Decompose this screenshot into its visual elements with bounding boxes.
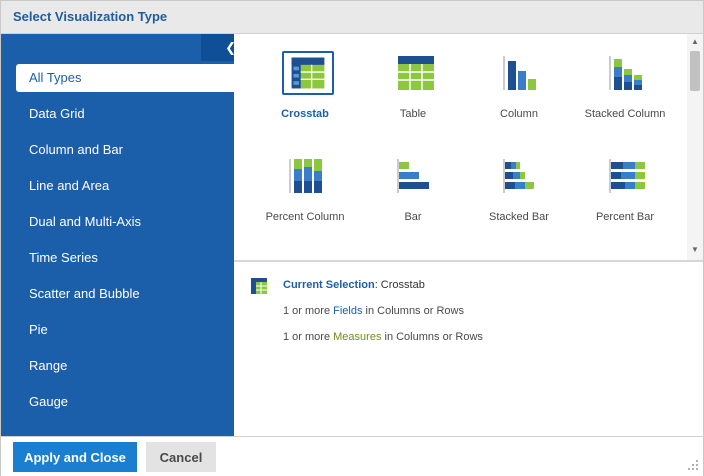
visualization-gallery: Crosstab Table Column Stacked Column Per… — [234, 34, 703, 260]
dialog-title-bar: Select Visualization Type — [1, 1, 703, 34]
gallery-scrollbar[interactable]: ▲ ▼ — [687, 34, 703, 260]
sidebar-item-label: Data Grid — [29, 106, 85, 121]
requirement-text: in Columns or Rows — [381, 331, 483, 343]
sidebar-item-dual-and-multi-axis[interactable]: Dual and Multi-Axis — [16, 208, 234, 236]
sidebar-item-data-grid[interactable]: Data Grid — [16, 100, 234, 128]
requirement-fields-line: 1 or more Fields in Columns or Rows — [283, 305, 464, 317]
viz-tile-percent-bar[interactable]: Percent Bar — [570, 137, 680, 227]
percent-bar-icon — [609, 159, 645, 193]
dialog-footer: Apply and Close Cancel — [1, 436, 703, 476]
current-selection-value: : Crosstab — [374, 279, 425, 291]
column-chart-icon — [503, 56, 536, 90]
sidebar-item-range[interactable]: Range — [16, 352, 234, 380]
sidebar-item-gauge[interactable]: Gauge — [16, 388, 234, 416]
viz-tile-column[interactable]: Column — [464, 34, 574, 124]
scroll-thumb[interactable] — [690, 51, 700, 91]
sidebar-item-scatter-and-bubble[interactable]: Scatter and Bubble — [16, 280, 234, 308]
fields-highlight: Fields — [333, 305, 363, 317]
viz-tile-percent-column[interactable]: Percent Column — [250, 137, 360, 227]
percent-column-icon — [289, 159, 322, 193]
viz-tile-label: Stacked Column — [584, 108, 666, 120]
sidebar-item-time-series[interactable]: Time Series — [16, 244, 234, 272]
viz-tile-crosstab[interactable]: Crosstab — [250, 34, 360, 124]
table-icon — [398, 56, 434, 90]
visualization-dialog: Select Visualization Type ❮ All Types Da… — [0, 0, 704, 476]
category-sidebar: ❮ All Types Data Grid Column and Bar Lin… — [1, 34, 234, 436]
viz-tile-label: Stacked Bar — [489, 211, 549, 223]
crosstab-icon — [282, 51, 334, 95]
sidebar-item-label: Line and Area — [29, 178, 110, 193]
viz-tile-label: Percent Bar — [595, 211, 655, 223]
viz-tile-table[interactable]: Table — [358, 34, 468, 124]
current-selection-line: Current Selection: Crosstab — [283, 279, 425, 291]
sidebar-item-label: All Types — [29, 70, 82, 85]
stacked-bar-icon — [503, 159, 534, 193]
collapse-sidebar-button[interactable]: ❮ — [201, 34, 234, 61]
measures-highlight: Measures — [333, 331, 382, 343]
sidebar-item-all-types[interactable]: All Types — [16, 64, 234, 92]
sidebar-item-label: Scatter and Bubble — [29, 286, 140, 301]
crosstab-small-icon — [251, 278, 267, 294]
sidebar-item-label: Gauge — [29, 394, 69, 409]
resize-grip-icon[interactable] — [687, 459, 699, 471]
scroll-down-arrow-icon[interactable]: ▼ — [687, 245, 703, 254]
viz-tile-bar[interactable]: Bar — [358, 137, 468, 227]
chevron-left-icon: ❮ — [225, 40, 234, 55]
sidebar-item-label: Time Series — [29, 250, 98, 265]
scroll-up-arrow-icon[interactable]: ▲ — [687, 37, 703, 46]
sidebar-item-column-and-bar[interactable]: Column and Bar — [16, 136, 234, 164]
viz-tile-stacked-bar[interactable]: Stacked Bar — [464, 137, 574, 227]
stacked-column-icon — [609, 56, 642, 90]
sidebar-item-label: Column and Bar — [29, 142, 123, 157]
sidebar-item-label: Range — [29, 358, 68, 373]
current-selection-label: Current Selection — [283, 279, 375, 291]
bar-chart-icon — [397, 159, 429, 193]
apply-and-close-button[interactable]: Apply and Close — [13, 442, 137, 472]
sidebar-item-line-and-area[interactable]: Line and Area — [16, 172, 234, 200]
viz-tile-label: Column — [500, 108, 538, 120]
viz-tile-label: Percent Column — [265, 211, 345, 223]
dialog-title: Select Visualization Type — [13, 9, 168, 24]
sidebar-item-label: Dual and Multi-Axis — [29, 214, 141, 229]
requirement-text: 1 or more — [283, 305, 334, 317]
sidebar-item-pie[interactable]: Pie — [16, 316, 234, 344]
selection-details-panel: Current Selection: Crosstab 1 or more Fi… — [234, 262, 703, 436]
requirement-measures-line: 1 or more Measures in Columns or Rows — [283, 331, 483, 343]
requirement-text: in Columns or Rows — [362, 305, 464, 317]
viz-tile-stacked-column[interactable]: Stacked Column — [570, 34, 680, 124]
viz-tile-label: Table — [399, 108, 427, 120]
cancel-button[interactable]: Cancel — [146, 442, 216, 472]
requirement-text: 1 or more — [283, 331, 334, 343]
viz-tile-label: Crosstab — [281, 108, 329, 120]
sidebar-item-label: Pie — [29, 322, 48, 337]
viz-tile-label: Bar — [404, 211, 422, 223]
